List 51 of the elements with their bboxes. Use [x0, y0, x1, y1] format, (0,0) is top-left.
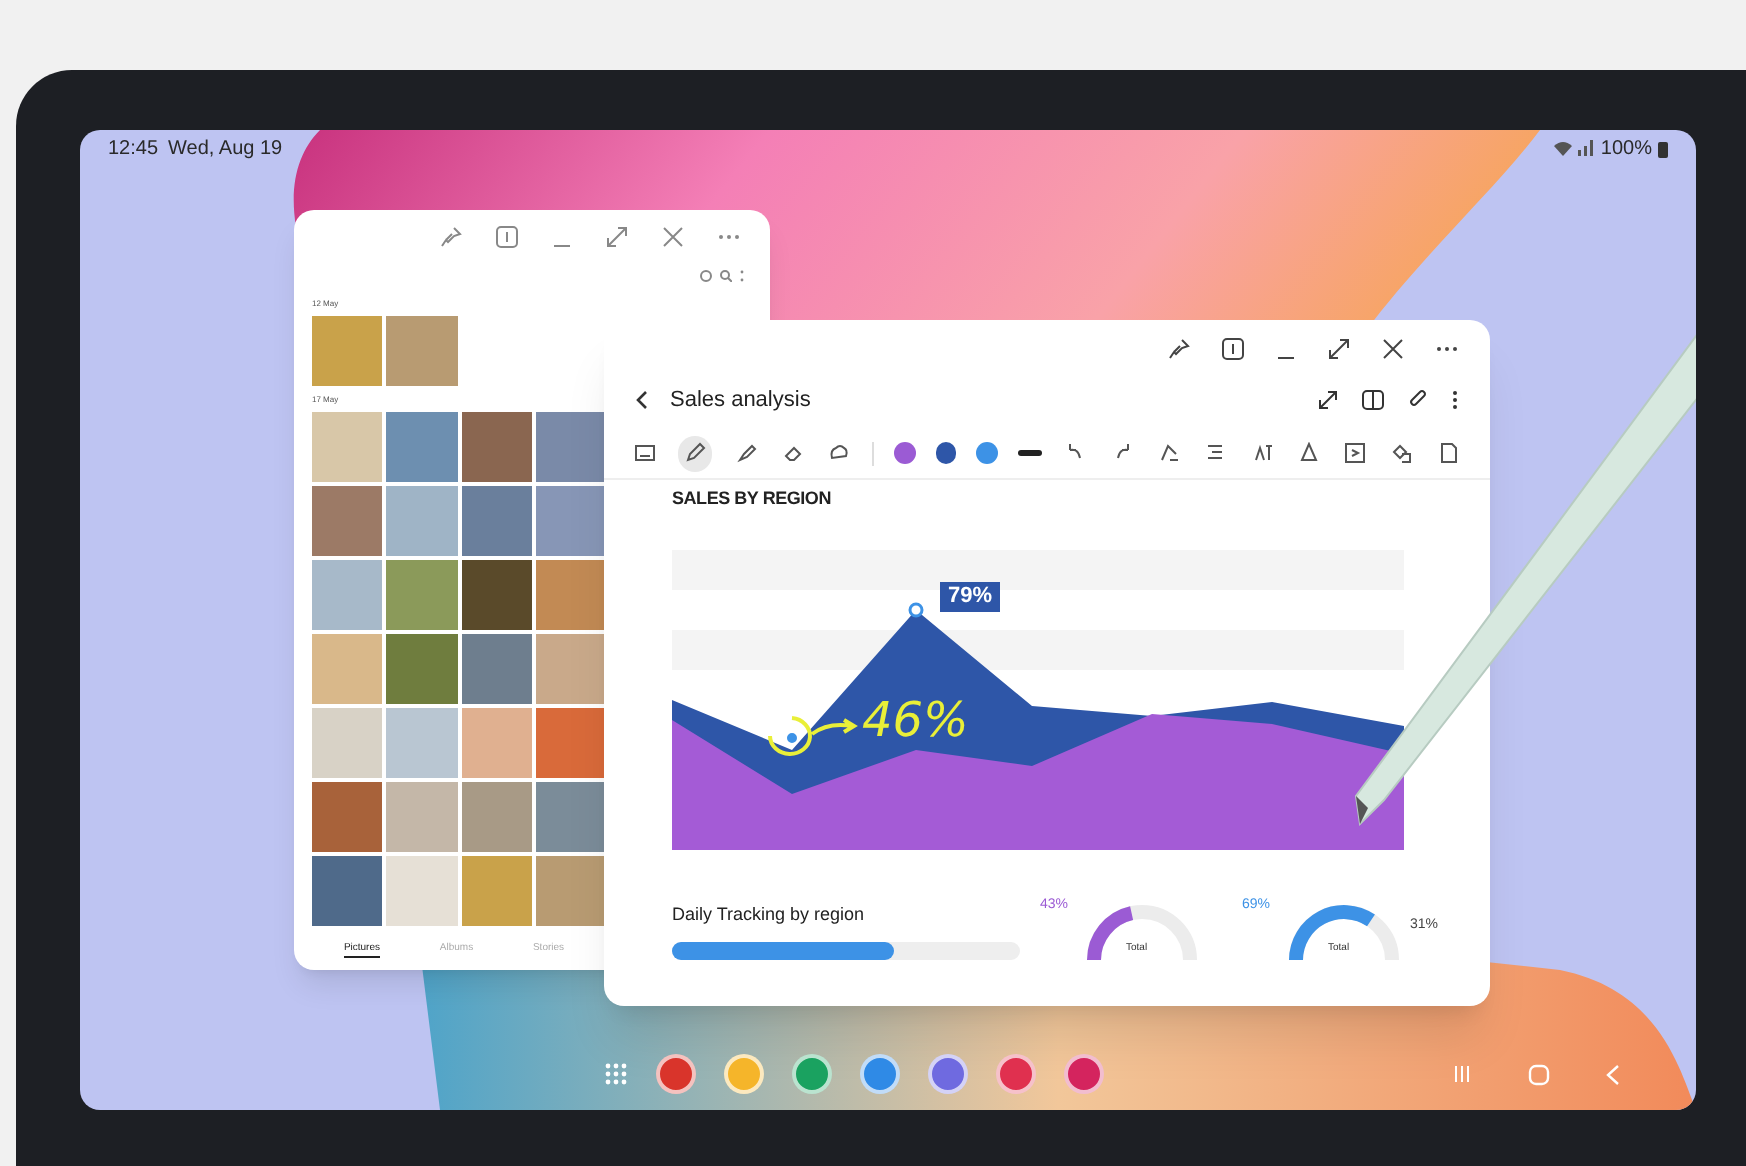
- pen-thickness-icon[interactable]: [1017, 450, 1043, 456]
- home-icon[interactable]: [1528, 1063, 1550, 1085]
- split-view-icon[interactable]: [1222, 337, 1244, 359]
- photo-placeholder[interactable]: [535, 856, 606, 926]
- recent-apps-icon[interactable]: [1452, 1064, 1472, 1084]
- tracking-title: Daily Tracking by region: [672, 902, 867, 928]
- color-swatch[interactable]: [976, 442, 998, 464]
- shapes-icon[interactable]: [1388, 442, 1416, 464]
- status-date: Wed, Aug 19: [168, 135, 283, 163]
- lasso-icon[interactable]: [826, 442, 853, 464]
- search-icon[interactable]: [720, 270, 732, 282]
- photo-placeholder[interactable]: [535, 708, 606, 778]
- data-point: [908, 601, 924, 617]
- pin-icon[interactable]: [1168, 337, 1190, 359]
- handwritten-note: 46%: [862, 695, 969, 743]
- handwritten-arrow: [768, 715, 856, 755]
- photo-placeholder[interactable]: [535, 634, 606, 704]
- close-icon[interactable]: [1382, 337, 1404, 359]
- highlighter-icon[interactable]: [732, 442, 760, 464]
- battery-icon: [1658, 139, 1668, 157]
- color-swatch[interactable]: [894, 442, 916, 464]
- fill-icon[interactable]: [1295, 442, 1322, 464]
- wifi-icon: [1554, 140, 1573, 156]
- chart-heading: SALES BY REGION: [672, 486, 833, 512]
- more-icon[interactable]: [1436, 345, 1458, 351]
- photo-placeholder[interactable]: [535, 412, 606, 482]
- back-icon[interactable]: [636, 390, 648, 410]
- pen-icon[interactable]: [678, 435, 713, 471]
- gauge-drawing: [1084, 899, 1200, 959]
- photo-placeholder[interactable]: [535, 782, 606, 852]
- color-swatch[interactable]: [935, 442, 957, 464]
- status-time: 12:45: [108, 135, 159, 163]
- keyboard-icon[interactable]: [632, 442, 659, 464]
- document-icon[interactable]: [1435, 442, 1462, 464]
- insert-icon[interactable]: [1341, 442, 1369, 464]
- battery-percent: 100%: [1600, 135, 1652, 163]
- book-icon[interactable]: [1362, 390, 1384, 410]
- note-title: Sales analysis: [670, 385, 811, 416]
- paperclip-icon[interactable]: [1408, 390, 1428, 410]
- photo-placeholder[interactable]: [535, 560, 606, 630]
- signal-icon: [1578, 140, 1595, 156]
- data-point: [785, 730, 799, 744]
- app-grid-icon[interactable]: [604, 1062, 628, 1086]
- shape-icon[interactable]: [1155, 442, 1183, 464]
- expand-icon[interactable]: [1328, 337, 1350, 359]
- gauge-drawing: [1286, 899, 1402, 959]
- eraser-icon[interactable]: [779, 442, 807, 464]
- peak-value-label: 79%: [940, 581, 1001, 611]
- expand-icon[interactable]: [1318, 390, 1338, 410]
- more-icon[interactable]: [1452, 390, 1458, 410]
- photo-placeholder[interactable]: [535, 486, 606, 556]
